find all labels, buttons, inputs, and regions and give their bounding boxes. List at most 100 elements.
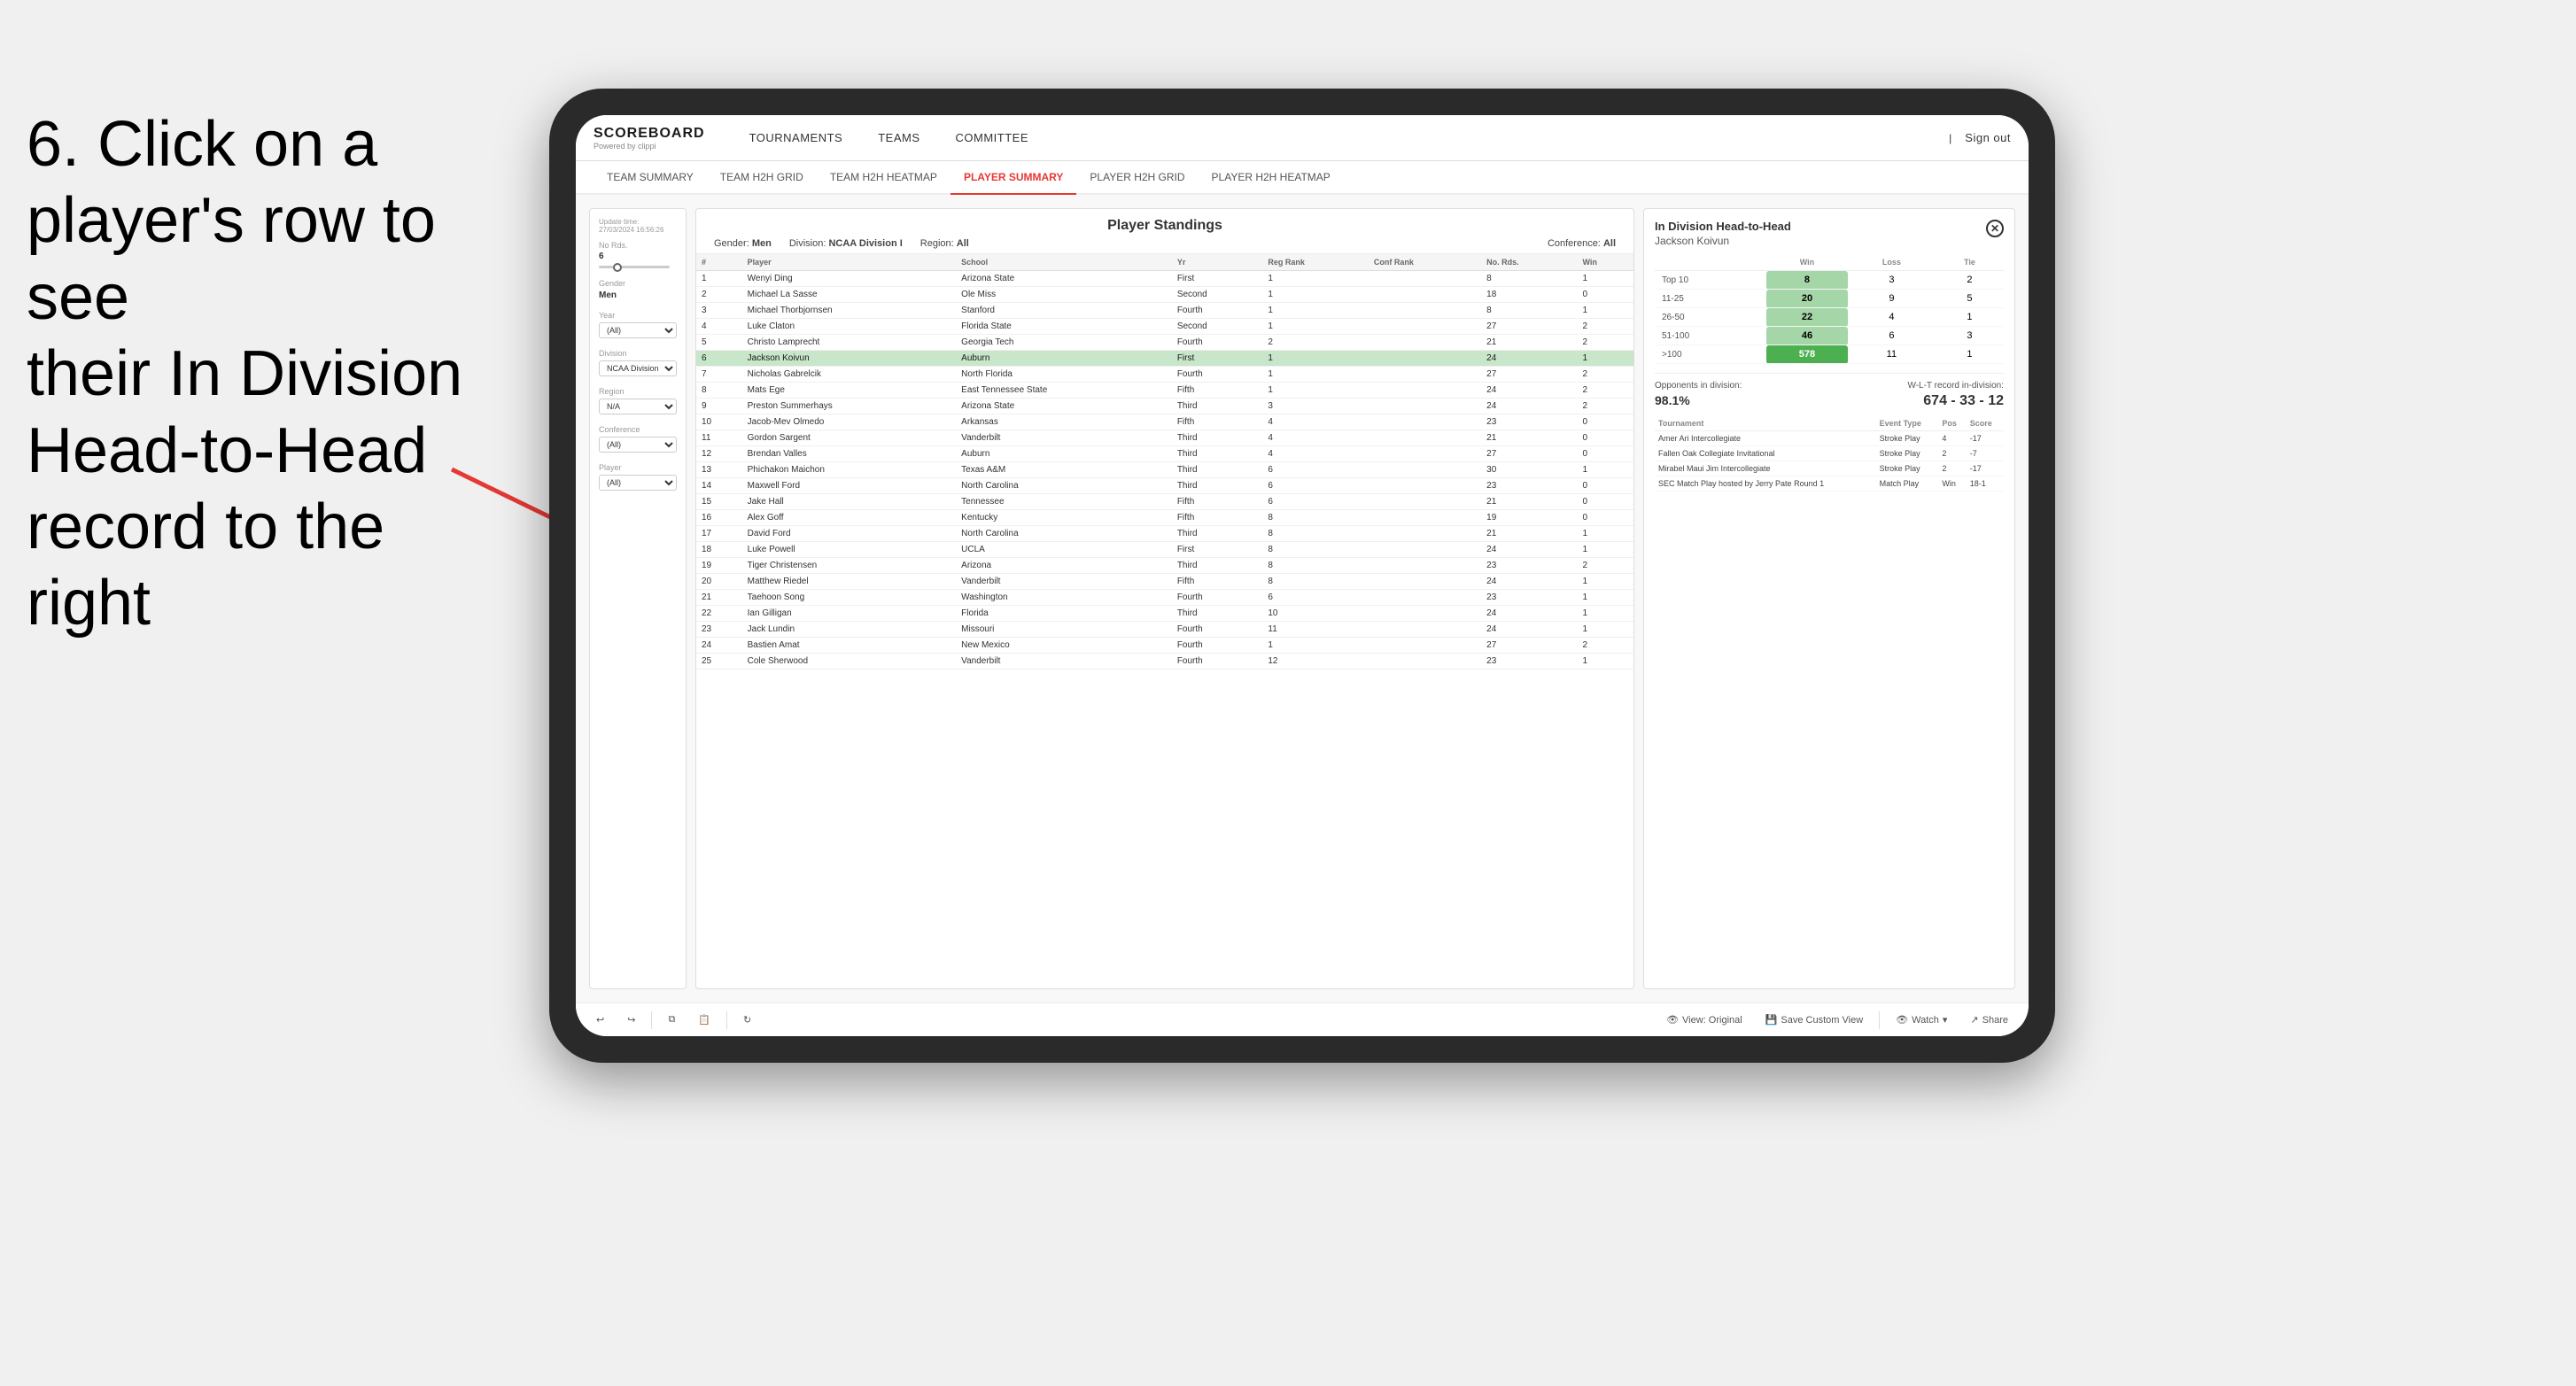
cell-yr: Third [1172,478,1263,494]
table-row[interactable]: 4 Luke Claton Florida State Second 1 27 … [696,319,1633,335]
cell-reg-rank: 6 [1262,462,1369,478]
watch-button[interactable]: 👁 Watch ▾ [1889,1011,1954,1028]
view-original-button[interactable]: 👁 View: Original [1659,1011,1750,1028]
table-row[interactable]: 20 Matthew Riedel Vanderbilt Fifth 8 24 … [696,574,1633,590]
h2h-win: 8 [1766,271,1848,290]
save-custom-view-button[interactable]: 💾 Save Custom View [1758,1011,1870,1028]
cell-player: Wenyi Ding [742,271,957,287]
cell-player: Jack Lundin [742,622,957,638]
table-row[interactable]: 10 Jacob-Mev Olmedo Arkansas Fifth 4 23 … [696,414,1633,430]
cell-conf-rank [1369,446,1481,462]
h2h-table: Win Loss Tie Top 10 8 3 2 11-25 20 9 5 2… [1655,254,2004,364]
tab-team-h2h-grid[interactable]: TEAM H2H GRID [707,161,817,195]
table-row[interactable]: 3 Michael Thorbjornsen Stanford Fourth 1… [696,303,1633,319]
cell-reg-rank: 1 [1262,303,1369,319]
no-rds-section: No Rds. 6 [599,241,677,268]
tournament-row[interactable]: SEC Match Play hosted by Jerry Pate Roun… [1655,476,2004,492]
table-row[interactable]: 2 Michael La Sasse Ole Miss Second 1 18 … [696,287,1633,303]
cell-player: Brendan Valles [742,446,957,462]
cell-win: 1 [1577,351,1633,367]
table-row[interactable]: 16 Alex Goff Kentucky Fifth 8 19 0 [696,510,1633,526]
table-row[interactable]: 23 Jack Lundin Missouri Fourth 11 24 1 [696,622,1633,638]
cell-school: Washington [956,590,1172,606]
undo-button[interactable]: ↩ [589,1011,611,1028]
tab-player-h2h-grid[interactable]: PLAYER H2H GRID [1076,161,1198,195]
table-row[interactable]: 12 Brendan Valles Auburn Third 4 27 0 [696,446,1633,462]
cell-player: Taehoon Song [742,590,957,606]
h2h-row: Top 10 8 3 2 [1655,271,2004,290]
sign-out-button[interactable]: Sign out [1965,115,2011,161]
tournament-row[interactable]: Mirabel Maui Jim Intercollegiate Stroke … [1655,461,2004,476]
region-select[interactable]: N/A [599,399,677,414]
table-row[interactable]: 14 Maxwell Ford North Carolina Third 6 2… [696,478,1633,494]
cell-win: 1 [1577,542,1633,558]
table-row[interactable]: 19 Tiger Christensen Arizona Third 8 23 … [696,558,1633,574]
gender-value: Men [599,290,677,300]
player-select[interactable]: (All) [599,475,677,491]
cell-no-rds: 24 [1481,351,1577,367]
table-row[interactable]: 11 Gordon Sargent Vanderbilt Third 4 21 … [696,430,1633,446]
cell-yr: Fifth [1172,414,1263,430]
cell-no-rds: 23 [1481,558,1577,574]
share-button[interactable]: ↗ Share [1963,1011,2015,1028]
year-label: Year [599,311,677,320]
table-row[interactable]: 5 Christo Lamprecht Georgia Tech Fourth … [696,335,1633,351]
no-rds-slider[interactable] [599,266,670,268]
table-row[interactable]: 21 Taehoon Song Washington Fourth 6 23 1 [696,590,1633,606]
tab-player-h2h-heatmap[interactable]: PLAYER H2H HEATMAP [1199,161,1344,195]
nav-tournaments[interactable]: TOURNAMENTS [732,115,861,161]
table-row[interactable]: 6 Jackson Koivun Auburn First 1 24 1 [696,351,1633,367]
h2h-win: 46 [1766,327,1848,345]
cell-conf-rank [1369,367,1481,383]
paste-button[interactable]: 📋 [691,1011,718,1028]
cell-rank: 21 [696,590,742,606]
cell-player: Gordon Sargent [742,430,957,446]
copy-button[interactable]: ⧉ [661,1011,682,1028]
tab-player-summary[interactable]: PLAYER SUMMARY [950,161,1076,195]
cell-reg-rank: 8 [1262,510,1369,526]
left-panel: Update time: 27/03/2024 16:56:26 No Rds.… [589,208,687,989]
h2h-range: 51-100 [1655,327,1766,345]
cell-conf-rank [1369,526,1481,542]
table-row[interactable]: 17 David Ford North Carolina Third 8 21 … [696,526,1633,542]
cell-win: 1 [1577,590,1633,606]
table-row[interactable]: 24 Bastien Amat New Mexico Fourth 1 27 2 [696,638,1633,654]
nav-teams[interactable]: TEAMS [860,115,937,161]
redo-button[interactable]: ↪ [620,1011,642,1028]
tournament-row[interactable]: Amer Ari Intercollegiate Stroke Play 4 -… [1655,431,2004,446]
cell-win: 2 [1577,367,1633,383]
cell-player: Matthew Riedel [742,574,957,590]
table-row[interactable]: 13 Phichakon Maichon Texas A&M Third 6 3… [696,462,1633,478]
table-row[interactable]: 7 Nicholas Gabrelcik North Florida Fourt… [696,367,1633,383]
cell-player: Michael La Sasse [742,287,957,303]
table-row[interactable]: 9 Preston Summerhays Arizona State Third… [696,399,1633,414]
cell-player: Maxwell Ford [742,478,957,494]
table-row[interactable]: 8 Mats Ege East Tennessee State Fifth 1 … [696,383,1633,399]
cell-reg-rank: 3 [1262,399,1369,414]
tournament-row[interactable]: Fallen Oak Collegiate Invitational Strok… [1655,446,2004,461]
tab-team-h2h-heatmap[interactable]: TEAM H2H HEATMAP [817,161,950,195]
table-row[interactable]: 22 Ian Gilligan Florida Third 10 24 1 [696,606,1633,622]
cell-conf-rank [1369,510,1481,526]
tournament-type: Match Play [1876,476,1939,492]
h2h-close-button[interactable]: ✕ [1986,220,2004,237]
table-row[interactable]: 1 Wenyi Ding Arizona State First 1 8 1 [696,271,1633,287]
table-row[interactable]: 15 Jake Hall Tennessee Fifth 6 21 0 [696,494,1633,510]
tab-team-summary[interactable]: TEAM SUMMARY [594,161,707,195]
nav-committee[interactable]: COMMITTEE [938,115,1047,161]
h2h-col-range [1655,254,1766,271]
logo-subtitle: Powered by clippi [594,142,705,151]
cell-player: Michael Thorbjornsen [742,303,957,319]
table-row[interactable]: 25 Cole Sherwood Vanderbilt Fourth 12 23… [696,654,1633,670]
cell-win: 1 [1577,654,1633,670]
cell-no-rds: 23 [1481,654,1577,670]
year-select[interactable]: (All) [599,322,677,338]
refresh-button[interactable]: ↻ [736,1011,758,1028]
cell-conf-rank [1369,622,1481,638]
table-row[interactable]: 18 Luke Powell UCLA First 8 24 1 [696,542,1633,558]
share-icon: ↗ [1970,1014,1978,1026]
cell-conf-rank [1369,462,1481,478]
division-select[interactable]: NCAA Division I [599,360,677,376]
cell-win: 1 [1577,303,1633,319]
conference-select[interactable]: (All) [599,437,677,453]
